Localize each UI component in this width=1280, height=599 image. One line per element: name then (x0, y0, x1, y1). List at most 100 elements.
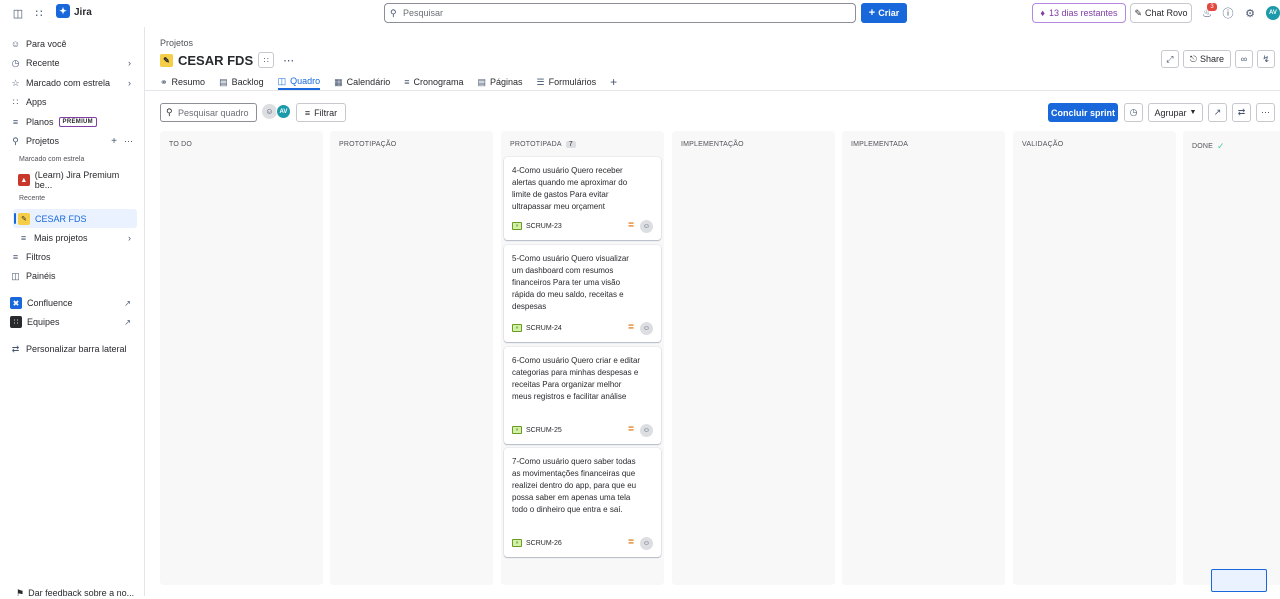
sidebar-item-apps[interactable]: ∷ Apps (10, 93, 137, 111)
column-title: VALIDAÇÃO (1022, 141, 1064, 148)
issue-key[interactable]: SCRUM-23 (526, 223, 562, 230)
sidebar-item-recent[interactable]: ◷ Recente › (10, 54, 137, 72)
column-header: PROTOTIPADA 7 (510, 141, 576, 148)
card-summary: 5-Como usuário Quero visualizar um dashb… (512, 254, 629, 311)
group-label: Agrupar (1154, 107, 1187, 118)
premium-badge: PREMIUM (58, 117, 97, 127)
gear-icon[interactable]: ⚙ (1243, 6, 1257, 20)
app-name[interactable]: Jira (74, 7, 92, 18)
sidebar-item-confluence[interactable]: ✖ Confluence ↗ (10, 294, 137, 312)
tab-calendario[interactable]: ▦ Calendário (334, 74, 390, 90)
group-by-button[interactable]: Agrupar ▼ (1148, 103, 1203, 122)
more-icon[interactable]: ⋯ (124, 136, 133, 147)
insights-button[interactable]: ↗ (1208, 103, 1227, 122)
copy-link-button[interactable]: ∞ (1235, 50, 1253, 68)
main-content: Projetos ✎ CESAR FDS ∷ ⋯ ⤢ ⎋ Share ∞ ↯ ⚭… (145, 27, 1280, 596)
automation-button[interactable]: ↯ (1257, 50, 1275, 68)
trial-label: 13 dias restantes (1049, 8, 1118, 18)
sliders-icon: ⇄ (1237, 107, 1246, 117)
priority-medium-icon: = (628, 537, 634, 548)
issue-card[interactable]: 5-Como usuário Quero visualizar um dashb… (504, 245, 661, 342)
issue-key[interactable]: SCRUM-26 (526, 540, 562, 547)
star-icon: ☆ (11, 77, 20, 88)
sidebar-item-label: Para você (26, 39, 67, 49)
board-search-placeholder: Pesquisar quadro (178, 107, 249, 118)
tab-label: Quadro (290, 76, 321, 86)
unassigned-avatar[interactable]: ☺ (640, 220, 653, 233)
complete-sprint-button[interactable]: Concluir sprint (1048, 103, 1118, 122)
issue-key[interactable]: SCRUM-24 (526, 325, 562, 332)
people-icon[interactable]: ∷ (258, 52, 275, 68)
chat-rovo-label: Chat Rovo (1145, 8, 1188, 18)
tab-label: Resumo (171, 77, 206, 87)
sidebar-item-plans[interactable]: ≡ Planos PREMIUM (10, 113, 137, 131)
chevron-down-icon: ▼ (1189, 109, 1197, 116)
chat-rovo-button[interactable]: ✎ Chat Rovo (1130, 3, 1192, 23)
add-project-icon[interactable]: + (111, 136, 117, 147)
sidebar-item-teams[interactable]: ∷ Equipes ↗ (10, 313, 137, 331)
sidebar-item-more-projects[interactable]: ≡ Mais projetos › (18, 229, 137, 247)
jira-logo-icon[interactable]: ✦ (56, 4, 70, 18)
lock-icon: ⎋ (1189, 53, 1197, 64)
share-button[interactable]: ⎋ Share (1182, 50, 1231, 68)
sidebar-item-label: Equipes (27, 317, 60, 327)
board-minimap[interactable] (1211, 569, 1267, 592)
card-footer: » SCRUM-24 (512, 324, 562, 332)
sidebar-item-label: Apps (26, 97, 47, 107)
top-navigation: ◫ ∷ ✦ Jira ⚲ Pesquisar + Criar ♦ 13 dias… (0, 0, 1280, 27)
column-header: PROTOTIPAÇÃO (339, 141, 396, 148)
unassigned-avatar[interactable]: ☺ (640, 322, 653, 335)
more-icon[interactable]: ⋯ (283, 54, 294, 67)
app-switcher-icon[interactable]: ∷ (32, 6, 46, 20)
breadcrumb[interactable]: Projetos (160, 38, 193, 48)
sprint-info-button[interactable]: ◷ (1124, 103, 1143, 122)
tab-label: Cronograma (413, 77, 464, 87)
sidebar-project-cesar-fds[interactable]: ✎ CESAR FDS (18, 210, 137, 228)
sidebar-item-dashboards[interactable]: ◫ Painéis (10, 267, 137, 285)
add-tab-button[interactable]: + (610, 74, 617, 90)
help-icon[interactable]: ⓘ (1221, 6, 1235, 20)
sidebar-toggle-icon[interactable]: ◫ (11, 6, 25, 20)
issue-card[interactable]: 6-Como usuário Quero criar e editar cate… (504, 347, 661, 444)
filter-button[interactable]: ≡ Filtrar (296, 103, 346, 122)
sidebar-item-customize[interactable]: ⇄ Personalizar barra lateral (10, 340, 137, 358)
view-settings-button[interactable]: ⇄ (1232, 103, 1251, 122)
avatar[interactable]: AV (1266, 6, 1280, 20)
global-search-input[interactable]: ⚲ Pesquisar (384, 3, 856, 23)
card-footer: » SCRUM-25 (512, 426, 562, 434)
tab-formularios[interactable]: ☰ Formulários (537, 74, 597, 90)
issue-card[interactable]: 4-Como usuário Quero receber alertas qua… (504, 157, 661, 240)
clock-icon: ◷ (11, 57, 20, 68)
sidebar-item-for-you[interactable]: ☺ Para você (10, 35, 137, 53)
trial-button[interactable]: ♦ 13 dias restantes (1032, 3, 1126, 23)
board-column: PROTOTIPAÇÃO (330, 131, 493, 585)
tab-backlog[interactable]: ▤ Backlog (219, 74, 264, 90)
feedback-link[interactable]: ⚑ Dar feedback sobre a no... (16, 588, 134, 599)
more-options-button[interactable]: ⋯ (1256, 103, 1275, 122)
column-header: IMPLEMENTAÇÃO (681, 141, 744, 148)
tab-paginas[interactable]: ▤ Páginas (478, 74, 523, 90)
sidebar-item-starred[interactable]: ☆ Marcado com estrela › (10, 74, 137, 92)
sidebar-item-filters[interactable]: ≡ Filtros (10, 248, 137, 266)
create-button[interactable]: + Criar (861, 3, 907, 23)
search-icon: ⚲ (390, 8, 397, 18)
avatar[interactable]: AV (276, 104, 291, 119)
starred-project-label: (Learn) Jira Premium be... (34, 170, 120, 190)
apps-icon: ∷ (12, 96, 19, 107)
issue-card[interactable]: 7-Como usuário quero saber todas as movi… (504, 448, 661, 557)
fullscreen-button[interactable]: ⤢ (1160, 50, 1179, 68)
issue-key[interactable]: SCRUM-25 (526, 427, 562, 434)
chat-icon: ✎ (1134, 7, 1142, 18)
unassigned-avatar[interactable]: ☺ (262, 104, 277, 119)
confluence-icon: ✖ (10, 297, 22, 309)
unassigned-avatar[interactable]: ☺ (640, 537, 653, 550)
tab-resumo[interactable]: ⚭ Resumo (160, 74, 205, 90)
tab-quadro[interactable]: ◫ Quadro (277, 74, 321, 90)
sidebar-project-learn[interactable]: ▲ (Learn) Jira Premium be... (18, 170, 137, 190)
column-header: VALIDAÇÃO (1022, 141, 1063, 148)
tab-cronograma[interactable]: ≡ Cronograma (404, 74, 463, 90)
sidebar-item-projects[interactable]: ⚲ Projetos + ⋯ (10, 132, 137, 150)
board-search-input[interactable]: ⚲ Pesquisar quadro (160, 103, 257, 122)
unassigned-avatar[interactable]: ☺ (640, 424, 653, 437)
backlog-icon: ▤ (219, 76, 228, 87)
